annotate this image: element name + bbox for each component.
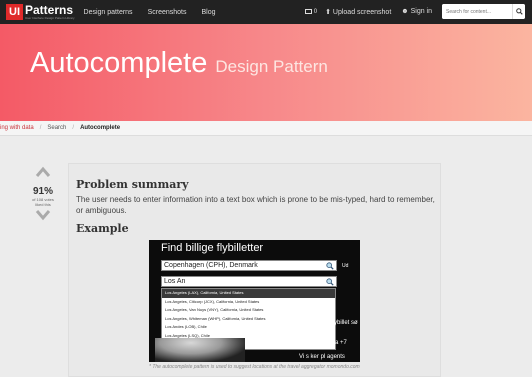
- vote-percent: 91%: [32, 186, 53, 197]
- screenshot-counter[interactable]: 0: [304, 8, 318, 15]
- page-title: Autocomplete Design Pattern: [30, 47, 328, 79]
- example-caption: * The autocomplete pattern is used to su…: [149, 364, 360, 370]
- breadcrumb-search[interactable]: Search: [47, 125, 66, 131]
- example-screenshot[interactable]: Find billige flybilletter Copenhagen (CP…: [149, 240, 360, 362]
- example-promo-1: flybillet sø: [331, 320, 358, 326]
- breadcrumb-category[interactable]: ing with data: [0, 125, 34, 131]
- example-screen-title: Find billige flybilletter: [161, 242, 264, 254]
- example-from-field: Copenhagen (CPH), Denmark: [161, 260, 337, 271]
- search-button[interactable]: [512, 4, 525, 19]
- nav-screenshots[interactable]: Screenshots: [148, 9, 187, 16]
- breadcrumb-current: Autocomplete: [80, 125, 121, 131]
- hero-banner: Autocomplete Design Pattern: [0, 24, 532, 121]
- upload-icon: ⬆: [325, 8, 333, 16]
- suggestion-item[interactable]: Los Angeles (LAX), California, United St…: [162, 289, 335, 298]
- search-icon: [515, 8, 523, 15]
- pattern-card: Problem summary The user needs to enter …: [68, 163, 441, 377]
- example-promo-2: overblik over priser fra +7: [279, 340, 347, 346]
- magnifier-icon: [326, 278, 334, 286]
- logo-name: Patterns: [25, 3, 74, 17]
- sign-in-link[interactable]: ☻ Sign in: [401, 8, 432, 15]
- problem-text: The user needs to enter information into…: [76, 195, 435, 215]
- nav-design-patterns[interactable]: Design patterns: [84, 9, 133, 16]
- top-navbar: UI Patterns User Interface Design Patter…: [0, 0, 532, 24]
- screenshot-count: 0: [313, 8, 318, 15]
- logo-mark: UI: [6, 4, 23, 20]
- example-promo-3: Vi s ker pl agents: [299, 354, 345, 360]
- suggestion-item[interactable]: Los Angeles, Van Nuys (VNY), California,…: [162, 306, 335, 315]
- nav-blog[interactable]: Blog: [201, 9, 215, 16]
- logo-tagline: User Interface Design Pattern Library: [25, 16, 75, 20]
- logo[interactable]: UI Patterns User Interface Design Patter…: [6, 3, 75, 21]
- downvote-icon[interactable]: [35, 207, 51, 223]
- main-nav: Design patterns Screenshots Blog: [84, 9, 231, 16]
- vote-widget: 91% of 108 votes liked this: [30, 164, 56, 228]
- example-heading: Example: [76, 222, 129, 235]
- user-icon: ☻: [401, 8, 411, 15]
- page-subtitle: Design Pattern: [215, 57, 328, 76]
- search-input[interactable]: [442, 4, 512, 19]
- problem-heading: Problem summary: [76, 178, 189, 191]
- upload-screenshot-link[interactable]: ⬆ Upload screenshot: [325, 8, 391, 16]
- suggestion-item[interactable]: Los Andes (LOB), Chile: [162, 323, 335, 332]
- example-to-field: Los An: [161, 276, 337, 287]
- breadcrumb: ing with data / Search / Autocomplete: [0, 121, 532, 136]
- example-photo: [155, 338, 245, 362]
- search-box: [442, 4, 525, 19]
- magnifier-icon: [326, 262, 334, 270]
- screenshot-icon: [304, 9, 312, 14]
- upvote-icon[interactable]: [35, 164, 51, 180]
- suggestion-item[interactable]: Los Angeles, Whiteman (WHP), California,…: [162, 315, 335, 324]
- example-right-label: Ud: [342, 263, 349, 269]
- suggestion-item[interactable]: Los Angeles, Citicorp (JCX), California,…: [162, 298, 335, 307]
